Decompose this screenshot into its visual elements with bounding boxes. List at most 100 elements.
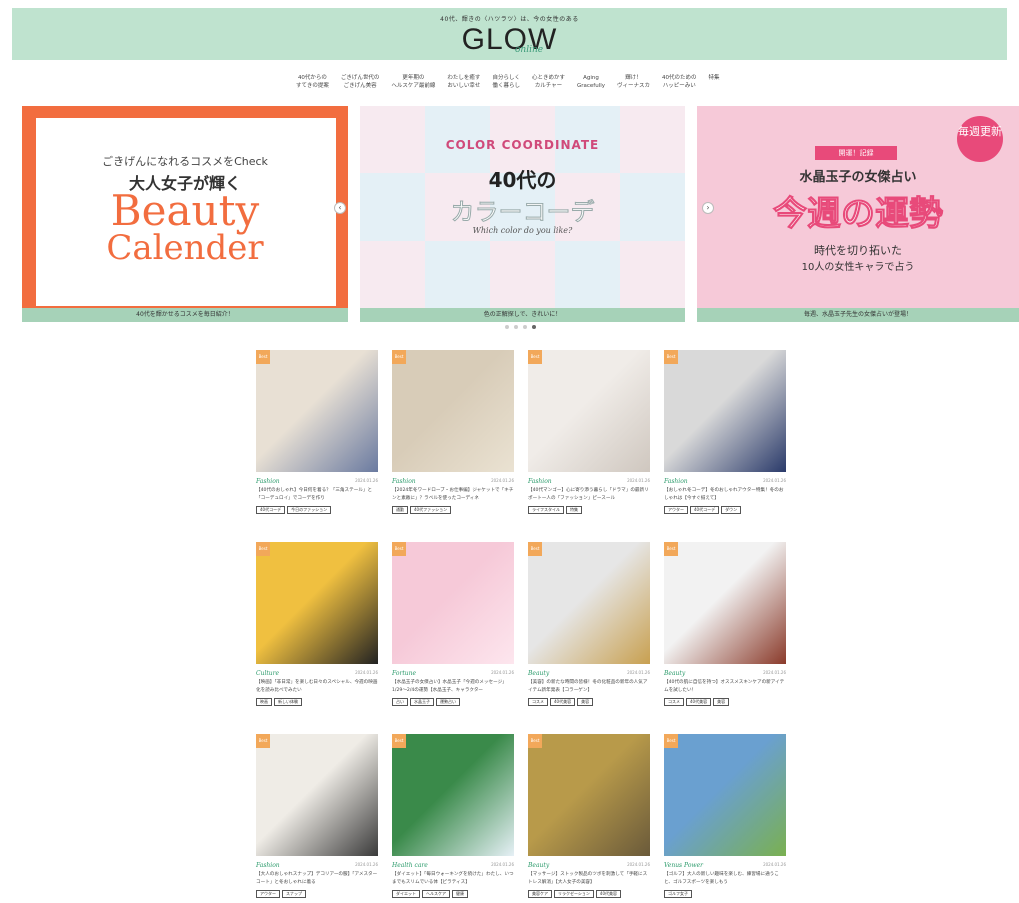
article-tag[interactable]: 40代コーデ — [690, 506, 720, 514]
article-tag[interactable]: ダイエット — [392, 890, 420, 898]
article-card[interactable]: Best Fashion 2024.01.26 【2024年冬ワードローブ・お仕事編】… — [392, 350, 514, 542]
article-thumbnail[interactable]: Best — [664, 542, 786, 664]
article-thumbnail[interactable]: Best — [256, 350, 378, 472]
article-card[interactable]: Best Beauty 2024.01.26 【40代の肌に自信を持つ】オススメスキン… — [664, 542, 786, 734]
carousel-next-button[interactable]: › — [702, 202, 714, 214]
article-card[interactable]: Best Venus Power 2024.01.26 【ゴルフ】大人の新しい趣味を楽… — [664, 734, 786, 903]
nav-item[interactable]: 40代のための ハッピーみい — [656, 74, 703, 96]
article-thumbnail[interactable]: Best — [256, 734, 378, 856]
carousel-dot[interactable] — [505, 325, 509, 329]
article-tag[interactable]: スナップ — [282, 890, 306, 898]
carousel-slide-color[interactable]: COLOR COORDINATE 40代の カラーコーデ Which color… — [360, 106, 685, 322]
article-tag[interactable]: 健康 — [451, 890, 468, 898]
article-card[interactable]: Best Beauty 2024.01.26 【美容】の新たな時間の皆様！冬の化粧品の… — [528, 542, 650, 734]
article-title[interactable]: 【映画】「非日常」を楽しむ日々のスペシャル、今週の映画化を読み比べでみたい — [256, 679, 378, 695]
nav-item[interactable]: 心ときめかす カルチャー — [526, 74, 571, 96]
article-category[interactable]: Fashion — [528, 478, 552, 485]
article-tag[interactable]: 40代美容 — [595, 890, 622, 898]
article-tag[interactable]: アウター — [256, 890, 280, 898]
article-category[interactable]: Beauty — [664, 670, 685, 677]
article-tag[interactable]: 40代美容 — [686, 698, 712, 706]
article-tag[interactable]: 特集 — [566, 506, 582, 514]
article-thumbnail[interactable]: Best — [528, 350, 650, 472]
article-tag[interactable]: 占い — [392, 698, 408, 706]
article-title[interactable]: 【40代の肌に自信を持つ】オススメスキンケアの新アイテムを試したい！ — [664, 679, 786, 695]
nav-item[interactable]: わたしを癒す おいしい幸せ — [441, 74, 486, 96]
article-thumbnail[interactable]: Best — [664, 350, 786, 472]
article-category[interactable]: Fashion — [392, 478, 416, 485]
article-category[interactable]: Fashion — [664, 478, 688, 485]
article-tag[interactable]: 映画 — [256, 698, 272, 706]
article-tag[interactable]: 美容 — [713, 698, 730, 706]
article-card[interactable]: Best Health care 2024.01.26 【ダイエット】「毎日ウォーキン… — [392, 734, 514, 903]
article-card[interactable]: Best Fashion 2024.01.26 【おしゃれ冬コーデ】冬のおしゃれアウタ… — [664, 350, 786, 542]
article-tag[interactable]: リラクゼーション — [554, 890, 594, 898]
article-tag[interactable]: 新しい体験 — [274, 698, 302, 706]
article-title[interactable]: 【ダイエット】「毎日ウォーキングを続けた」わたし、いつまでもスリムでいる体【ピラ… — [392, 871, 514, 887]
article-tag[interactable]: コスメ — [664, 698, 684, 706]
article-title[interactable]: 【40代のおしゃれ】今日何を着る？「三角ステール」と「コーデュロイ」でコーデを作… — [256, 487, 378, 503]
carousel-prev-button[interactable]: ‹ — [334, 202, 346, 214]
article-tag[interactable]: 美容 — [577, 698, 594, 706]
nav-item[interactable]: 40代からの すてきの提案 — [290, 74, 335, 96]
article-tag[interactable]: 40代美容 — [550, 698, 576, 706]
article-tag[interactable]: アウター — [664, 506, 688, 514]
article-tag[interactable]: ヘルスケア — [421, 890, 450, 898]
article-thumbnail[interactable]: Best — [392, 350, 514, 472]
article-card[interactable]: Best Fashion 2024.01.26 【大人のおしゃれスナップ】デコリアーの… — [256, 734, 378, 903]
article-thumbnail[interactable]: Best — [256, 542, 378, 664]
nav-item[interactable]: 輝け！ ヴィーナスカ — [611, 74, 656, 96]
carousel-dot[interactable] — [514, 325, 518, 329]
article-thumbnail[interactable]: Best — [664, 734, 786, 856]
article-badge: Best — [256, 542, 270, 556]
article-title[interactable]: 【2024年冬ワードローブ・お仕事編】ジャケットで「キチンと素敵に」？ラベルを使… — [392, 487, 514, 503]
article-title[interactable]: 【マッサージ】ストック製品のツボを刺激して「手軽にストレス解消」【大人女子の美容… — [528, 871, 650, 887]
article-category[interactable]: Beauty — [528, 670, 549, 677]
carousel-dot-active[interactable] — [532, 325, 536, 329]
article-title[interactable]: 【おしゃれ冬コーデ】冬のおしゃれアウター特集！冬のおしゃれは【今すぐ揃えて】 — [664, 487, 786, 503]
article-card[interactable]: Best Fashion 2024.01.26 【40代のおしゃれ】今日何を着る？「三… — [256, 350, 378, 542]
article-tag[interactable]: 40代コーデ — [256, 506, 286, 514]
article-tag[interactable]: 美容ケア — [528, 890, 552, 898]
nav-item[interactable]: ごきげん世代の ごきげん美容 — [335, 74, 386, 96]
article-title[interactable]: 【大人のおしゃれスナップ】デコリアーの服】「アメスターコート」と冬おしゃれに着る — [256, 871, 378, 887]
article-thumbnail[interactable]: Best — [528, 734, 650, 856]
article-tag[interactable]: ライフスタイル — [528, 506, 564, 514]
article-category[interactable]: Fashion — [256, 862, 280, 869]
carousel-dot[interactable] — [523, 325, 527, 329]
slide-ribbon: 開運！記録 — [815, 146, 897, 160]
article-tag[interactable]: ゴルフ女子 — [664, 890, 692, 898]
nav-item[interactable]: Aging Gracefully — [571, 74, 611, 96]
article-tag[interactable]: 水晶玉子 — [410, 698, 434, 706]
article-card[interactable]: Best Fortune 2024.01.26 【水晶玉子の女傑占い】水晶玉子「今週の… — [392, 542, 514, 734]
article-category[interactable]: Beauty — [528, 862, 549, 869]
article-badge: Best — [256, 350, 270, 364]
article-tag[interactable]: 運勢占い — [436, 698, 460, 706]
carousel-slide-fortune[interactable]: 毎週更新 開運！記録 水晶玉子の女傑占い 今週の運勢 時代を切り拓いた 10人の… — [697, 106, 1019, 322]
article-tag[interactable]: 通勤 — [392, 506, 408, 514]
article-tag[interactable]: コスメ — [528, 698, 548, 706]
article-tag[interactable]: 40代ファッション — [410, 506, 452, 514]
nav-item[interactable]: 更年期の ヘルスケア最前線 — [385, 74, 441, 96]
nav-item[interactable]: 特集 — [703, 74, 726, 96]
article-thumbnail[interactable]: Best — [392, 734, 514, 856]
article-category[interactable]: Health care — [392, 862, 428, 869]
article-category[interactable]: Venus Power — [664, 862, 703, 869]
article-category[interactable]: Fortune — [392, 670, 416, 677]
article-title[interactable]: 【水晶玉子の女傑占い】水晶玉子「今週のメッセージ」1/29〜2/4の運勢【水晶玉… — [392, 679, 514, 695]
article-title[interactable]: 【40代マンゴー】心に寄り添う暮らし「ドラマ」の最新リポートー人の「ファッション… — [528, 487, 650, 503]
article-card[interactable]: Best Beauty 2024.01.26 【マッサージ】ストック製品のツボを刺激し… — [528, 734, 650, 903]
article-card[interactable]: Best Culture 2024.01.26 【映画】「非日常」を楽しむ日々のスペシ… — [256, 542, 378, 734]
carousel-slide-beauty[interactable]: ごきげんになれるコスメをCheck 大人女子が輝く Beauty Calende… — [22, 106, 348, 322]
article-thumbnail[interactable]: Best — [392, 542, 514, 664]
article-tag[interactable]: ダウン — [721, 506, 742, 514]
article-title[interactable]: 【ゴルフ】大人の新しい趣味を楽しむ、練習場に通うこと、ゴルフスポーツを楽しもう — [664, 871, 786, 887]
article-tag[interactable]: 今日のファッション — [287, 506, 332, 514]
article-card[interactable]: Best Fashion 2024.01.26 【40代マンゴー】心に寄り添う暮らし「… — [528, 350, 650, 542]
article-thumbnail[interactable]: Best — [528, 542, 650, 664]
article-category[interactable]: Culture — [256, 670, 279, 677]
site-logo[interactable]: GLOW — [12, 25, 1007, 55]
article-category[interactable]: Fashion — [256, 478, 280, 485]
article-title[interactable]: 【美容】の新たな時間の皆様！冬の化粧品の新年の人気アイテム新年発表【コラーゲン】 — [528, 679, 650, 695]
nav-item[interactable]: 自分らしく 働く暮らし — [486, 74, 526, 96]
